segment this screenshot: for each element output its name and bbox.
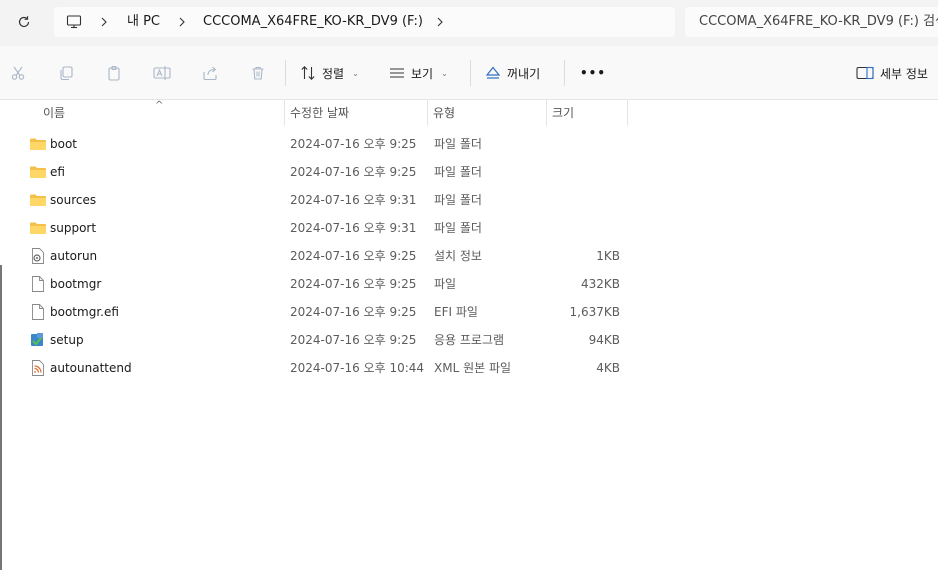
file-name: autounattend (50, 361, 132, 375)
file-name: bootmgr (50, 277, 102, 291)
copy-icon[interactable] (56, 63, 76, 83)
column-header-date[interactable]: 수정한 날짜 (284, 100, 427, 126)
view-icon (390, 68, 404, 78)
file-date: 2024-07-16 오후 9:25 (290, 277, 417, 291)
details-pane-icon (856, 66, 874, 80)
file-row[interactable]: autorun 2024-07-16 오후 9:25 설치 정보 1KB (0, 242, 938, 270)
delete-icon[interactable] (248, 63, 268, 83)
chevron-down-icon: ⌄ (441, 68, 448, 78)
file-date: 2024-07-16 오후 9:31 (290, 193, 417, 207)
file-date: 2024-07-16 오후 9:25 (290, 305, 417, 319)
xml-file-icon (32, 360, 44, 376)
this-pc-icon[interactable] (66, 7, 82, 37)
file-date: 2024-07-16 오후 10:44 (290, 361, 425, 375)
sort-label: 정렬 (322, 66, 345, 81)
sort-button[interactable]: 정렬 ⌄ (300, 61, 359, 85)
refresh-icon (18, 16, 30, 28)
file-size: 94KB (588, 333, 620, 347)
file-type: 응용 프로그램 (434, 333, 505, 347)
chevron-down-icon: ⌄ (352, 68, 359, 78)
file-type: EFI 파일 (434, 305, 478, 319)
file-size (548, 158, 620, 186)
cut-icon[interactable] (8, 63, 28, 83)
column-header-type[interactable]: 유형 (427, 100, 546, 126)
file-type: 파일 (434, 277, 457, 291)
toolbar-divider (564, 60, 565, 86)
folder-icon (30, 222, 46, 234)
file-row[interactable]: boot 2024-07-16 오후 9:25 파일 폴더 (0, 130, 938, 158)
breadcrumb-this-pc[interactable]: 내 PC (127, 7, 160, 37)
file-type: 파일 폴더 (434, 165, 482, 179)
more-icon: ••• (580, 66, 607, 80)
file-date: 2024-07-16 오후 9:25 (290, 249, 417, 263)
file-size (548, 214, 620, 242)
file-name: support (50, 221, 97, 235)
file-size (548, 186, 620, 214)
file-row[interactable]: bootmgr 2024-07-16 오후 9:25 파일 432KB (0, 270, 938, 298)
column-header-size[interactable]: 크기 (546, 100, 627, 126)
share-icon[interactable] (200, 63, 220, 83)
file-date: 2024-07-16 오후 9:25 (290, 333, 417, 347)
toolbar-divider (285, 60, 286, 86)
column-header-row: ^ 이름 수정한 날짜 유형 크기 (0, 100, 628, 126)
search-input[interactable]: CCCOMA_X64FRE_KO-KR_DV9 (F:) 검색 (685, 7, 938, 37)
folder-icon (30, 138, 46, 150)
command-bar: 정렬 ⌄ 보기 ⌄ 꺼내기 ••• 세부 정보 (0, 46, 938, 100)
address-bar-row: 내 PC CCCOMA_X64FRE_KO-KR_DV9 (F:) CCCOMA… (0, 0, 938, 46)
breadcrumb-drive[interactable]: CCCOMA_X64FRE_KO-KR_DV9 (F:) (203, 7, 423, 37)
file-row[interactable]: efi 2024-07-16 오후 9:25 파일 폴더 (0, 158, 938, 186)
file-date: 2024-07-16 오후 9:25 (290, 165, 417, 179)
column-divider[interactable] (627, 100, 628, 126)
file-name: bootmgr.efi (50, 305, 119, 319)
file-type: 설치 정보 (434, 249, 482, 263)
file-row[interactable]: autounattend 2024-07-16 오후 10:44 XML 원본 … (0, 354, 938, 382)
details-label: 세부 정보 (880, 66, 928, 81)
details-pane-button[interactable]: 세부 정보 (856, 61, 928, 85)
file-name: sources (50, 193, 97, 207)
chevron-right-icon[interactable] (100, 7, 108, 37)
file-name: autorun (50, 249, 98, 263)
column-header-name[interactable]: 이름 (37, 100, 284, 126)
file-size (548, 130, 620, 158)
file-type: XML 원본 파일 (434, 361, 512, 375)
file-icon (32, 276, 44, 292)
file-row[interactable]: bootmgr.efi 2024-07-16 오후 9:25 EFI 파일 1,… (0, 298, 938, 326)
paste-icon[interactable] (104, 63, 124, 83)
file-name: setup (50, 333, 84, 347)
settings-file-icon (32, 248, 44, 264)
rename-icon[interactable] (152, 63, 172, 83)
refresh-button[interactable] (10, 10, 38, 34)
file-size: 1,637KB (569, 305, 620, 319)
file-date: 2024-07-16 오후 9:31 (290, 221, 417, 235)
file-row[interactable]: support 2024-07-16 오후 9:31 파일 폴더 (0, 214, 938, 242)
file-type: 파일 폴더 (434, 193, 482, 207)
file-row[interactable]: sources 2024-07-16 오후 9:31 파일 폴더 (0, 186, 938, 214)
folder-icon (30, 166, 46, 178)
toolbar-divider (470, 60, 471, 86)
file-type: 파일 폴더 (434, 137, 482, 151)
file-type: 파일 폴더 (434, 221, 482, 235)
file-size: 1KB (596, 249, 620, 263)
chevron-right-icon[interactable] (436, 7, 444, 37)
search-placeholder: CCCOMA_X64FRE_KO-KR_DV9 (F:) 검색 (699, 14, 938, 29)
file-date: 2024-07-16 오후 9:25 (290, 137, 417, 151)
file-list: ^ 이름 수정한 날짜 유형 크기 boot 2024-07-16 오후 9:2… (0, 100, 938, 570)
file-name: efi (50, 165, 65, 179)
address-box[interactable]: 내 PC CCCOMA_X64FRE_KO-KR_DV9 (F:) (54, 7, 675, 37)
file-name: boot (50, 137, 78, 151)
file-size: 432KB (580, 277, 620, 291)
folder-icon (30, 194, 46, 206)
eject-icon (485, 66, 501, 79)
more-options-button[interactable]: ••• (580, 61, 606, 85)
eject-label: 꺼내기 (507, 66, 541, 81)
eject-button[interactable]: 꺼내기 (485, 61, 540, 85)
file-icon (32, 304, 44, 320)
chevron-right-icon[interactable] (178, 7, 186, 37)
view-label: 보기 (411, 66, 434, 81)
file-size: 4KB (596, 361, 620, 375)
setup-app-icon (31, 333, 43, 346)
sort-icon (301, 66, 315, 80)
view-button[interactable]: 보기 ⌄ (389, 61, 448, 85)
file-row[interactable]: setup 2024-07-16 오후 9:25 응용 프로그램 94KB (0, 326, 938, 354)
